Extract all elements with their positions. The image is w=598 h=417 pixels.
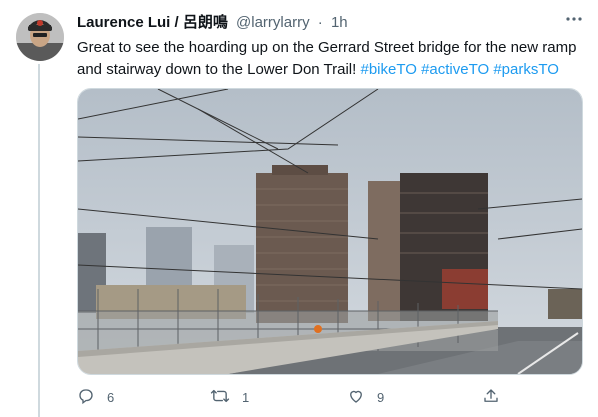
- retweet-button[interactable]: 1: [210, 382, 249, 412]
- reply-button[interactable]: 6: [77, 382, 114, 412]
- reply-count: 6: [107, 389, 115, 405]
- tweet-photo[interactable]: [77, 88, 583, 375]
- share-icon: [482, 387, 500, 408]
- avatar-image: [16, 13, 64, 61]
- tweet-text: Great to see the hoarding up on the Gerr…: [77, 37, 577, 81]
- author-name[interactable]: Laurence Lui / 呂朗鳴: [77, 14, 228, 31]
- author-handle[interactable]: @larrylarry: [236, 14, 310, 31]
- heart-icon: [347, 387, 365, 408]
- more-icon[interactable]: [562, 10, 586, 34]
- retweet-icon: [210, 387, 230, 408]
- like-count: 9: [377, 389, 385, 405]
- hashtag-activeto[interactable]: #activeTO: [421, 61, 489, 78]
- hashtag-biketo[interactable]: #bikeTO: [360, 61, 416, 78]
- avatar[interactable]: [16, 13, 64, 61]
- hashtag-parksto[interactable]: #parksTO: [493, 61, 559, 78]
- thread-line: [38, 64, 40, 417]
- share-button[interactable]: [482, 382, 512, 412]
- retweet-count: 1: [242, 389, 250, 405]
- like-button[interactable]: 9: [347, 382, 384, 412]
- bridge-photo: [78, 89, 582, 374]
- tweet-actions: 6 1 9: [77, 382, 537, 412]
- reply-icon: [77, 387, 95, 408]
- separator-dot: ·: [317, 14, 323, 31]
- timestamp[interactable]: 1h: [331, 14, 348, 31]
- tweet-header: Laurence Lui / 呂朗鳴 @larrylarry · 1h: [77, 13, 348, 33]
